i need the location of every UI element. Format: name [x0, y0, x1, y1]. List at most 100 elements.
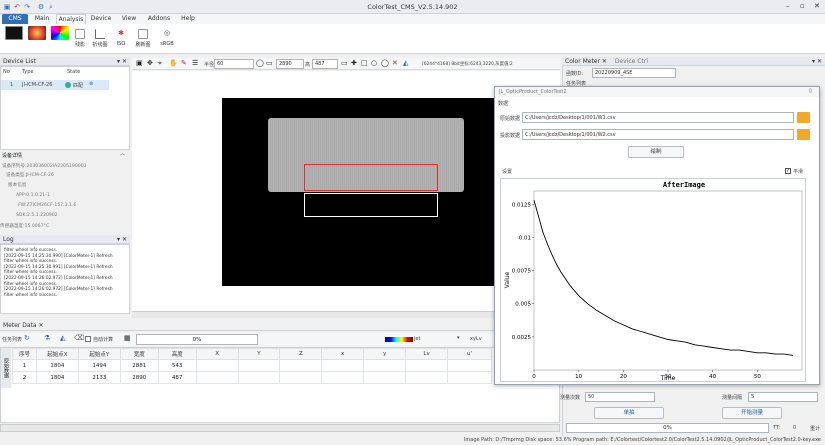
start-measure-button[interactable]: 开始测量 — [722, 407, 782, 419]
redo-icon[interactable]: ↷ — [23, 3, 31, 11]
cell-empty — [405, 371, 449, 384]
hand-icon[interactable]: ✋ — [169, 59, 178, 67]
delete-icon[interactable]: ✕ — [392, 59, 398, 67]
pen-icon[interactable]: ✎ — [181, 59, 187, 67]
dialog-close-icon[interactable]: ▯ — [809, 88, 812, 94]
tab-device-ctrl[interactable]: Device Ctrl — [615, 58, 648, 65]
ribbon-btn-afterimage[interactable]: 残影 — [72, 26, 88, 52]
measure-icon[interactable]: ⚗ — [44, 334, 50, 342]
minimize-button[interactable]: – — [786, 2, 790, 10]
tab-help[interactable]: Help — [178, 14, 198, 24]
tab-close-icon[interactable]: ✕ — [602, 58, 609, 65]
cell-empty — [237, 359, 281, 372]
folder-icon[interactable] — [797, 112, 810, 123]
jet-colormap-icon — [385, 337, 413, 342]
ribbon-btn-refresh[interactable]: 刷新图 — [132, 26, 154, 52]
search-icon[interactable]: ⌕ — [47, 3, 55, 11]
device-row-1[interactable]: 1 JI-ICM-CF-26 匹配 ⊗ — [1, 80, 109, 90]
radius-input[interactable]: 60 — [214, 59, 254, 69]
orig-path-input[interactable]: C:/Users/jcdz/Desktop/1/001/W1.csv — [522, 112, 794, 123]
clear-icon[interactable]: ⌫ — [74, 334, 84, 342]
cell-index: 2 — [12, 371, 37, 384]
disconnect-icon[interactable]: ⊗ — [89, 81, 93, 87]
sdk-version: SDK:2.5.1.220902 — [16, 213, 58, 218]
colormap-dropdown-icon[interactable]: ▾ — [457, 335, 460, 341]
status-bar: Image Path: D:/Tmprmg Disk space: 53.6% … — [0, 436, 825, 445]
eraser2-icon[interactable]: ◭ — [60, 334, 65, 342]
tab-analysis[interactable]: Analysis — [56, 14, 86, 24]
line-width-icon[interactable]: ☰ — [192, 59, 198, 67]
square-icon[interactable]: □ — [361, 59, 368, 67]
id-input[interactable]: 20220909_4SE — [592, 68, 676, 78]
draw-button[interactable]: 绘制 — [628, 146, 684, 158]
meas-count-label: 测量次数 — [560, 395, 581, 401]
cell-empty — [405, 359, 449, 372]
ribbon-btn-heat[interactable] — [26, 26, 48, 52]
device-model: 设备类型:JI-ICM-CF-26 — [6, 173, 54, 178]
ring-icon[interactable]: ◯ — [381, 59, 389, 67]
panel-pin-icon[interactable]: ▾ ✕ — [117, 57, 127, 66]
table-row[interactable]: 1 1804 1494 2881 543 — [12, 359, 492, 372]
tab-view[interactable]: View — [118, 14, 140, 24]
title-bar: ColorTest_CMS_V2.5.14.902 — [0, 0, 825, 14]
undo-icon[interactable]: ↶ — [13, 3, 21, 11]
ribbon-btn-srgb[interactable]: ◎ sRGB — [156, 26, 178, 52]
rect-icon[interactable]: ▭ — [341, 59, 348, 67]
meter-progress: 0% — [136, 334, 258, 345]
roi-1[interactable] — [304, 164, 438, 191]
device-type: JI-ICM-CF-26 — [22, 82, 53, 88]
cell-empty — [321, 359, 365, 372]
eraser-icon[interactable]: ◭ — [403, 59, 408, 67]
smooth-checkbox[interactable]: ✓ — [785, 168, 791, 174]
ribbon-btn-color[interactable] — [49, 26, 71, 52]
fit-icon[interactable]: ▣ — [136, 59, 143, 67]
table-hscrollbar[interactable] — [0, 424, 560, 432]
crosshair-icon[interactable]: ⌖ — [158, 59, 162, 68]
maximize-button[interactable]: ▫ — [800, 2, 805, 10]
roi-2[interactable] — [304, 193, 438, 217]
rect-tool-icon[interactable]: ▭ — [266, 59, 273, 67]
single-shot-button[interactable]: 单拍 — [594, 407, 664, 419]
tab-color-meter[interactable]: Color Meter — [565, 58, 600, 65]
pointer-icon[interactable]: ✥ — [147, 59, 153, 67]
close-button[interactable]: ✕ — [814, 2, 820, 10]
cell-height: 487 — [157, 371, 197, 384]
collapse-icon[interactable]: ︿ — [120, 150, 125, 157]
tab-main[interactable]: Main — [30, 14, 54, 24]
colorspace-select[interactable]: xyLv — [470, 336, 482, 342]
linechart-icon — [95, 29, 105, 39]
table-row[interactable]: 2 1804 2133 2890 487 — [12, 371, 492, 384]
th-X: X — [195, 348, 239, 360]
circle-tool-icon[interactable]: ◯ — [256, 59, 264, 67]
tab-cms[interactable]: CMS — [2, 14, 28, 24]
settings-icon[interactable]: ⚙ — [37, 3, 45, 11]
cross-icon[interactable]: ✚ — [351, 59, 357, 67]
auto-calc-checkbox[interactable] — [85, 336, 91, 342]
ribbon-btn-iso[interactable]: ✱ ISO — [112, 26, 130, 52]
cell-empty — [237, 371, 281, 384]
refresh-icon[interactable]: ↻ — [24, 334, 30, 342]
table-icon[interactable]: ▦ — [124, 334, 131, 342]
ribbon-btn-linechart[interactable]: 折线图 — [89, 26, 111, 52]
right-panel-close-icon[interactable]: ▾ ✕ — [812, 57, 822, 66]
height-input[interactable]: 487 — [312, 59, 338, 69]
folder-icon[interactable] — [797, 129, 810, 140]
colormap-select[interactable]: jet — [414, 336, 420, 342]
cell-empty — [195, 359, 239, 372]
tab-device[interactable]: Device — [88, 14, 114, 24]
y-tick-label: 0.0125 — [512, 202, 532, 208]
meter-data-close-icon[interactable]: ✕ — [39, 322, 44, 329]
th-start-x: 起始点X — [35, 348, 79, 360]
log-close-icon[interactable]: ▾ ✕ — [117, 235, 127, 244]
ribbon-btn-black[interactable] — [3, 26, 25, 52]
tab-addons[interactable]: Addons — [144, 14, 174, 24]
x-tick-label: 20 — [620, 374, 627, 380]
cell-empty — [321, 371, 365, 384]
width-input[interactable]: 2890 — [276, 59, 304, 69]
meas-count-input[interactable]: 50 — [585, 392, 655, 402]
circle-icon[interactable]: ○ — [371, 59, 377, 67]
th-height: 高度 — [157, 348, 197, 360]
interval-input[interactable]: 5 — [748, 392, 818, 402]
proj-path-input[interactable]: C:/Users/jcdz/Desktop/1/001/W2.csv — [522, 129, 794, 140]
th-Y: Y — [237, 348, 281, 360]
